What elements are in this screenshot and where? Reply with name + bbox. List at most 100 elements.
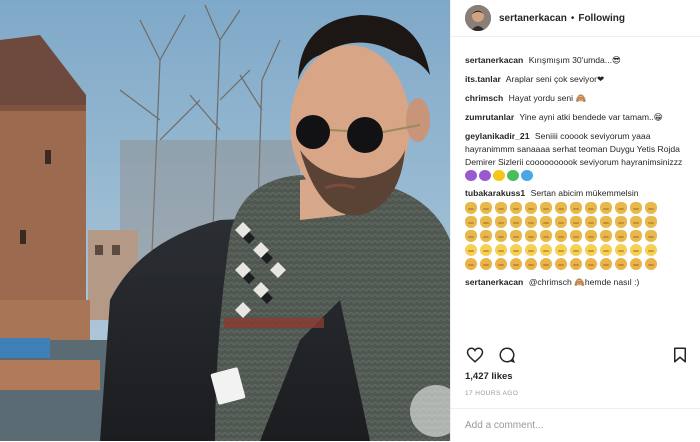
clap-emoji-icon (525, 202, 537, 214)
heart-emoji-icon (507, 170, 519, 181)
clap-emoji-icon (570, 216, 582, 228)
clap-emoji-icon (570, 202, 582, 214)
smile-emoji-icon (600, 244, 612, 256)
smile-emoji-icon (615, 244, 627, 256)
comment-text: Hayat yordu seni 🙈 (508, 93, 587, 103)
clap-emoji-icon (615, 216, 627, 228)
comment: sertanerkacan @chrimsch 🙈hemde nasıl :) (465, 276, 692, 289)
heart-emoji-icon (479, 170, 491, 181)
comment: sertanerkacan Kırışmışım 30'umda...😎 (465, 54, 692, 67)
header-username[interactable]: sertanerkacan (499, 13, 567, 24)
comment-username[interactable]: sertanerkacan (465, 277, 523, 287)
emoji-grid (465, 202, 692, 270)
clap-emoji-icon (645, 230, 657, 242)
comment-button[interactable] (497, 345, 517, 365)
clap-emoji-icon (585, 202, 597, 214)
comment-username[interactable]: its.tanlar (465, 74, 501, 84)
smile-emoji-icon (615, 258, 627, 270)
clap-emoji-icon (600, 202, 612, 214)
comment-text: Araplar seni çok seviyor❤ (505, 74, 605, 84)
comment-username[interactable]: tubakarakuss1 (465, 188, 525, 198)
smile-emoji-icon (465, 244, 477, 256)
comments-list[interactable]: sertanerkacan Kırışmışım 30'umda...😎 its… (465, 54, 692, 346)
clap-emoji-icon (630, 216, 642, 228)
clap-emoji-icon (600, 216, 612, 228)
smile-emoji-icon (570, 244, 582, 256)
comment-username[interactable]: geylanikadir_21 (465, 131, 530, 141)
post-photo[interactable] (0, 0, 450, 441)
like-button[interactable] (465, 345, 485, 365)
smile-emoji-icon (585, 244, 597, 256)
comment-bubble-icon (499, 347, 516, 363)
smile-emoji-icon (570, 258, 582, 270)
avatar[interactable] (465, 5, 491, 31)
smile-emoji-icon (555, 258, 567, 270)
clap-emoji-icon (555, 216, 567, 228)
clap-emoji-icon (480, 230, 492, 242)
clap-emoji-icon (465, 216, 477, 228)
following-button[interactable]: Following (578, 13, 625, 24)
clap-emoji-icon (630, 202, 642, 214)
comment-username[interactable]: sertanerkacan (465, 55, 523, 65)
comment: chrimsch Hayat yordu seni 🙈 (465, 92, 692, 105)
save-button[interactable] (670, 345, 690, 365)
clap-emoji-icon (525, 216, 537, 228)
smile-emoji-icon (495, 244, 507, 256)
clap-emoji-icon (540, 216, 552, 228)
clap-emoji-icon (645, 202, 657, 214)
comment-username[interactable]: chrimsch (465, 93, 503, 103)
clap-emoji-icon (510, 230, 522, 242)
clap-emoji-icon (570, 230, 582, 242)
smile-emoji-icon (555, 244, 567, 256)
heart-outline-icon (466, 347, 484, 363)
clap-emoji-icon (540, 202, 552, 214)
comment: zumrutanlar Yine ayni atki bendede var t… (465, 111, 692, 124)
clap-emoji-icon (510, 202, 522, 214)
action-bar (465, 342, 690, 368)
comment-username[interactable]: zumrutanlar (465, 112, 514, 122)
post-header: sertanerkacan • Following (451, 0, 700, 37)
header-separator: • (570, 12, 575, 24)
clap-emoji-icon (465, 230, 477, 242)
comment: its.tanlar Araplar seni çok seviyor❤ (465, 73, 692, 86)
clap-emoji-icon (555, 202, 567, 214)
clap-emoji-icon (645, 216, 657, 228)
clap-emoji-icon (480, 216, 492, 228)
comment: tubakarakuss1 Sertan abicim mükemmelsin (465, 187, 692, 270)
comment-text: @chrimsch 🙈hemde nasıl :) (528, 277, 640, 287)
post-timestamp: 17 HOURS AGO (465, 390, 519, 397)
heart-emoji-icon (465, 170, 477, 181)
add-comment-field[interactable]: Add a comment... (451, 408, 700, 442)
clap-emoji-icon (525, 230, 537, 242)
clap-emoji-icon (495, 230, 507, 242)
comment-text: Sertan abicim mükemmelsin (530, 188, 639, 198)
smile-emoji-icon (465, 258, 477, 270)
bookmark-icon (674, 347, 686, 363)
clap-emoji-icon (585, 216, 597, 228)
clap-emoji-icon (630, 230, 642, 242)
clap-emoji-icon (585, 230, 597, 242)
heart-emoji-icon (493, 170, 505, 181)
clap-emoji-icon (555, 230, 567, 242)
clap-emoji-icon (495, 216, 507, 228)
heart-emoji-icon (521, 170, 533, 181)
comment: geylanikadir_21 Seniiii cooook seviyorum… (465, 130, 692, 181)
smile-emoji-icon (540, 244, 552, 256)
smile-emoji-icon (510, 244, 522, 256)
smile-emoji-icon (645, 258, 657, 270)
smile-emoji-icon (585, 258, 597, 270)
smile-emoji-icon (480, 244, 492, 256)
smile-emoji-icon (540, 258, 552, 270)
post-sidebar: sertanerkacan • Following sertanerkacan … (450, 0, 700, 441)
clap-emoji-icon (465, 202, 477, 214)
clap-emoji-icon (615, 202, 627, 214)
add-comment-placeholder: Add a comment... (465, 420, 544, 431)
comment-text: Yine ayni atki bendede var tamam..😁 (519, 112, 663, 122)
smile-emoji-icon (525, 258, 537, 270)
smile-emoji-icon (525, 244, 537, 256)
heart-emoji-row (465, 170, 692, 181)
smile-emoji-icon (630, 244, 642, 256)
smile-emoji-icon (510, 258, 522, 270)
clap-emoji-icon (615, 230, 627, 242)
likes-count[interactable]: 1,427 likes (465, 371, 513, 382)
